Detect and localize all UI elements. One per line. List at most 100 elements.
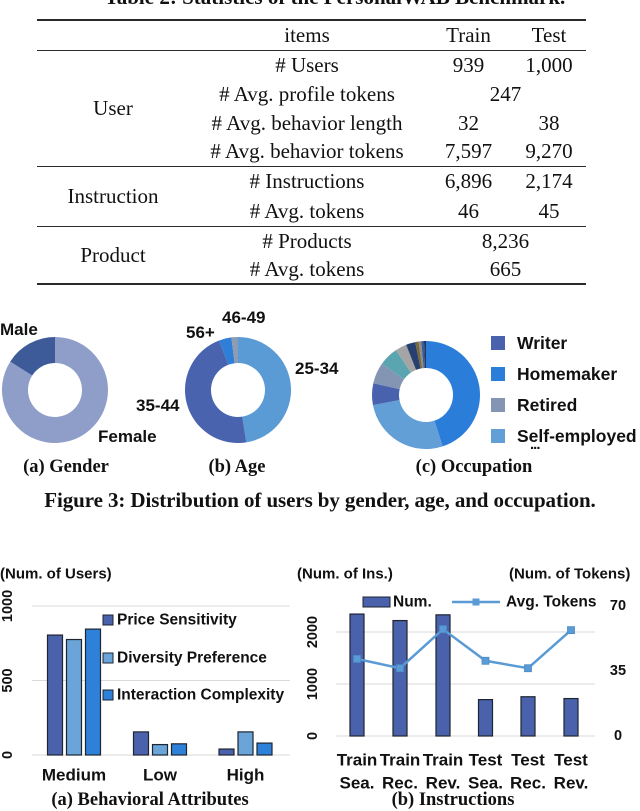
test-cell: 45 — [538, 198, 560, 223]
train-cell: 46 — [458, 198, 479, 223]
figure4-bar-charts: 0 500 1000 Medium Low High Price Sensitivity Di… — [0, 566, 630, 793]
paper-page: Table 2: Statistics of the PersonalWAB B… — [0, 0, 640, 811]
subcaption-behavioral-attributes: (a) Behavioral Attributes — [51, 790, 249, 810]
line-marker-test-rec — [524, 664, 532, 673]
legend-swatch — [491, 336, 505, 350]
legend-label: Writer — [517, 332, 568, 353]
legend-swatch — [102, 614, 114, 626]
group-user: User # Users 939 1,000 # Avg. profile to… — [37, 50, 586, 166]
merged-value-cell: 665 — [489, 257, 522, 281]
group-instruction: Instruction # Instructions 6,896 2,174 #… — [37, 166, 586, 226]
avg-tokens-line — [356, 627, 572, 670]
header-items: items — [189, 20, 425, 51]
legend-swatch — [491, 398, 505, 412]
legend-swatch-marker — [472, 598, 480, 606]
x-category-label: Low — [143, 766, 178, 785]
legend-label: Retired — [517, 394, 578, 415]
bar-price-sensitivity-low — [132, 731, 150, 756]
statistics-table: items Train Test User # Users 939 1,000 … — [37, 19, 586, 285]
table-row: User # Users 939 1,000 — [37, 50, 586, 119]
item-cell: # Avg. tokens — [249, 198, 365, 223]
legend-swatch-bar — [362, 596, 391, 608]
line-marker-test-rev — [567, 626, 575, 635]
y-tick-label: 500 — [0, 668, 16, 692]
group-label: User — [93, 96, 133, 120]
table-title: Table 2: Statistics of the PersonalWAB B… — [15, 0, 640, 8]
y-tick-label: 1000 — [0, 590, 16, 622]
header-test: Test — [512, 20, 586, 51]
bar-num-test-rev — [563, 697, 579, 737]
y-axis-title: (Num. of Users) — [0, 566, 112, 583]
table-header-row: items Train Test — [37, 20, 586, 51]
item-cell: # Avg. behavior tokens — [210, 139, 404, 164]
gender-donut-chart — [1, 337, 108, 443]
item-cell: # Products — [262, 228, 352, 253]
y-tick-label: 0 — [0, 751, 16, 759]
legend-swatch — [491, 367, 505, 381]
test-cell: 9,270 — [525, 139, 573, 164]
age-label-46-49: 46-49 — [222, 308, 266, 327]
bar-price-sensitivity-high — [218, 748, 235, 756]
train-cell: 6,896 — [444, 169, 493, 194]
line-marker-train-sea — [353, 655, 361, 663]
legend-swatch — [491, 429, 505, 443]
x-category-label: High — [227, 766, 265, 785]
x-category-label: Medium — [42, 766, 106, 785]
y-axis-title-right: (Num. of Tokens) — [509, 566, 630, 583]
bar-interaction-complexity-high — [256, 742, 273, 756]
legend-label: Price Sensitivity — [117, 612, 237, 629]
table-row: Instruction # Instructions 6,896 2,174 — [37, 166, 586, 207]
merged-value-cell: 8,236 — [481, 228, 530, 253]
figure3-caption: Figure 3: Distribution of users by gende… — [44, 488, 596, 512]
subcaption-gender: (a) Gender — [23, 457, 109, 477]
bar-num-test-sea — [477, 699, 494, 737]
group-label: Product — [80, 242, 146, 267]
instructions-chart: 01000200003570TrainSea.TrainRec.TrainRev… — [297, 566, 630, 793]
occupation-legend-item: Self-employed — [491, 425, 637, 447]
age-donut-chart — [184, 337, 292, 444]
bar-interaction-complexity-medium — [84, 628, 102, 756]
legend-label: Diversity Preference — [117, 650, 267, 667]
item-cell: # Avg. behavior length — [211, 110, 403, 135]
gender-label-female: Female — [98, 427, 157, 446]
occupation-donut-chart — [372, 341, 481, 450]
item-cell: # Avg. profile tokens — [219, 81, 395, 106]
y-tick-label-left: 2000 — [305, 616, 321, 648]
bar-price-sensitivity-medium — [46, 634, 64, 756]
y-tick-label-right: 35 — [610, 663, 626, 679]
line-marker-train-rev — [439, 625, 447, 634]
age-slice-25-34 — [238, 337, 292, 443]
y-tick-label-right: 70 — [610, 598, 626, 614]
legend-swatch — [102, 689, 114, 701]
y-tick-label-right: 0 — [614, 728, 622, 744]
test-cell: 38 — [538, 110, 560, 135]
occupation-legend-item: Writer — [491, 332, 567, 354]
y-axis-title-left: (Num. of Ins.) — [297, 566, 393, 583]
y-tick-label-left: 0 — [305, 732, 321, 740]
bar-num-train-sea — [349, 613, 365, 737]
occupation-slice-self-employed — [372, 400, 443, 450]
x-category-label-line1: Test — [511, 751, 545, 770]
x-category-label-line1: Train — [380, 751, 421, 770]
x-category-label-line2: Rev. — [554, 774, 589, 793]
occupation-legend-item: Retired — [491, 394, 577, 416]
x-category-label-line1: Test — [469, 751, 503, 770]
gender-label-male: Male — [0, 320, 38, 339]
subcaption-age: (b) Age — [208, 457, 266, 477]
group-label: Instruction — [67, 184, 159, 208]
age-label-25-34: 25-34 — [295, 359, 339, 378]
train-cell: 32 — [458, 110, 479, 135]
x-category-label-line1: Train — [337, 751, 378, 770]
merged-value-cell: 247 — [489, 81, 522, 106]
train-cell: 7,597 — [444, 139, 493, 164]
y-tick-label-left: 1000 — [305, 668, 321, 700]
bar-num-test-rec — [520, 696, 536, 737]
age-label-35-44: 35-44 — [136, 396, 180, 415]
item-cell: # Instructions — [249, 169, 365, 194]
age-label-56-plus: 56+ — [186, 323, 215, 342]
legend-more-ellipsis: ... — [530, 436, 540, 453]
x-category-label-line1: Train — [423, 751, 464, 770]
group-product: Product # Products 8,236 # Avg. tokens 6… — [37, 226, 586, 284]
figure3-donut-charts — [1, 337, 481, 450]
bar-num-train-rec — [392, 619, 408, 737]
